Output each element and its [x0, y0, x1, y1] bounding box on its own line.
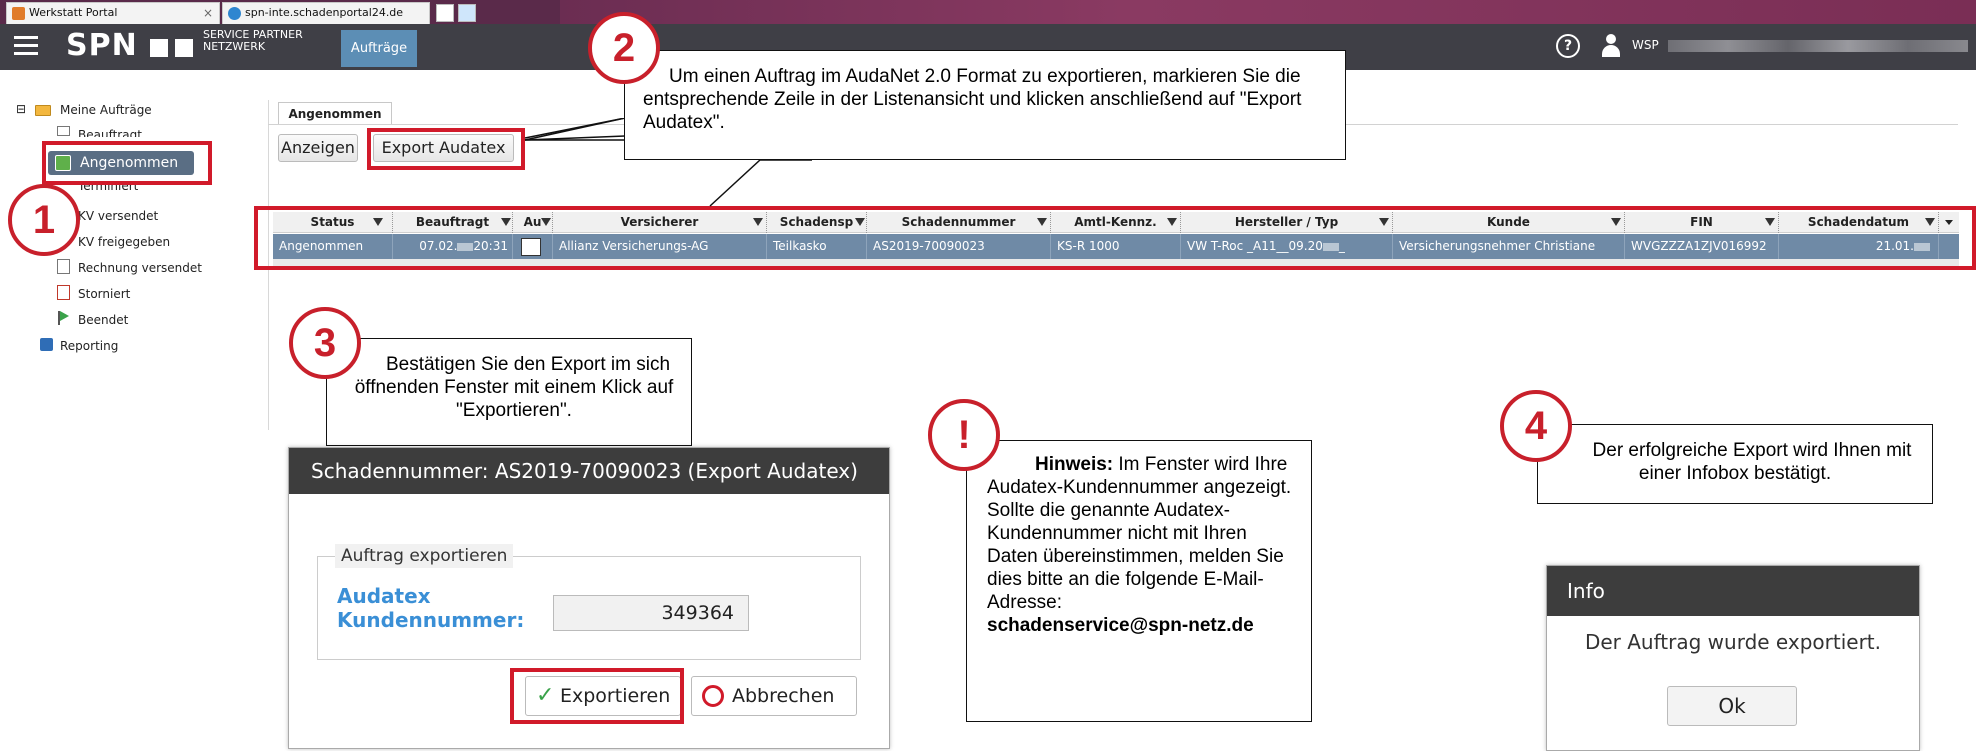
tree-item-kv-versendet[interactable]: KV versendet — [78, 209, 158, 223]
logo-square — [175, 39, 193, 57]
user-name-redacted — [1668, 40, 1968, 52]
werkstatt-favicon-icon — [12, 7, 25, 20]
step-2-badge: 2 — [588, 12, 660, 84]
cancelled-icon — [57, 285, 70, 300]
reporting-icon — [40, 338, 53, 351]
info-dialog: Info Der Auftrag wurde exportiert. Ok — [1546, 565, 1920, 751]
tree-item-storniert[interactable]: Storniert — [78, 287, 130, 301]
abbrechen-button[interactable]: Abbrechen — [691, 676, 857, 716]
audatex-customer-number-label: Audatex Kundennummer: — [337, 584, 525, 632]
tree-item-beendet[interactable]: Beendet — [78, 313, 128, 327]
tree-item-beauftragt[interactable]: Beauftragt — [78, 127, 142, 137]
flag-icon-banner — [60, 311, 69, 321]
browser-tab-spn[interactable]: spn-inte.schadenportal24.de — [222, 2, 430, 24]
hint-text: Im Fenster wird Ihre Audatex-Kundennumme… — [987, 454, 1292, 613]
menu-icon[interactable] — [14, 36, 38, 56]
spn-logo: SPN — [66, 28, 138, 63]
hint-box: Hinweis: Im Fenster wird Ihre Audatex-Ku… — [966, 440, 1312, 722]
browser-tab-werkstatt[interactable]: Werkstatt Portal × — [6, 2, 220, 24]
info-dialog-title: Info — [1547, 566, 1919, 616]
help-icon[interactable]: ? — [1556, 34, 1580, 58]
step-3-badge: 3 — [289, 307, 361, 379]
callout-4-box: Der erfolgreiche Export wird Ihnen mit e… — [1537, 424, 1933, 504]
step-4-badge: 4 — [1500, 390, 1572, 462]
invoice-icon — [57, 259, 70, 274]
tab-angenommen[interactable]: Angenommen — [278, 102, 392, 124]
callout-2-box: Um einen Auftrag im AudaNet 2.0 Format z… — [624, 50, 1346, 160]
info-dialog-message: Der Auftrag wurde exportiert. — [1584, 630, 1882, 654]
callout-2-tail — [709, 159, 812, 207]
warning-badge: ! — [928, 399, 1000, 471]
ie-new-tab-icon[interactable] — [458, 4, 476, 22]
browser-tab-title: Werkstatt Portal — [29, 6, 118, 19]
tree-collapse-icon[interactable]: ⊟ — [16, 102, 26, 116]
audatex-customer-number-field: 349364 — [553, 595, 749, 631]
cancel-icon — [702, 685, 724, 707]
tree-root-meine-auftraege[interactable]: Meine Aufträge — [60, 103, 152, 117]
browser-tab-title: spn-inte.schadenportal24.de — [245, 6, 404, 19]
highlight-tree-item — [42, 141, 212, 185]
new-tab-icon[interactable] — [436, 4, 454, 22]
ok-button[interactable]: Ok — [1667, 686, 1797, 726]
folder-icon — [35, 105, 51, 116]
tree-item-rechnung-versendet[interactable]: Rechnung versendet — [78, 261, 202, 275]
show-button[interactable]: Anzeigen — [278, 134, 358, 162]
ie-favicon-icon — [228, 7, 241, 20]
highlight-grid-row — [254, 206, 1976, 270]
hint-title: Hinweis: — [1035, 454, 1114, 475]
highlight-exportieren-button — [510, 668, 684, 724]
user-name[interactable]: WSP — [1632, 38, 1659, 52]
close-tab-icon[interactable]: × — [203, 3, 213, 23]
tree-item-kv-freigegeben[interactable]: KV freigegeben — [78, 235, 170, 249]
step-1-badge: 1 — [8, 184, 80, 256]
callout-3-box: Bestätigen Sie den Export im sich öffnen… — [326, 338, 692, 446]
logo-tagline: SERVICE PARTNER NETZWERK — [203, 28, 303, 53]
document-icon — [57, 126, 70, 136]
tree-item-reporting[interactable]: Reporting — [60, 339, 118, 353]
tab-strip-background — [560, 0, 1976, 24]
nav-tab-auftraege[interactable]: Aufträge — [341, 30, 417, 67]
export-dialog-title: Schadennummer: AS2019-70090023 (Export A… — [289, 448, 889, 494]
export-fieldset-legend: Auftrag exportieren — [335, 544, 514, 568]
user-icon[interactable] — [1600, 34, 1622, 58]
hint-email: schadenservice@spn-netz.de — [987, 615, 1254, 636]
logo-square — [150, 39, 168, 57]
